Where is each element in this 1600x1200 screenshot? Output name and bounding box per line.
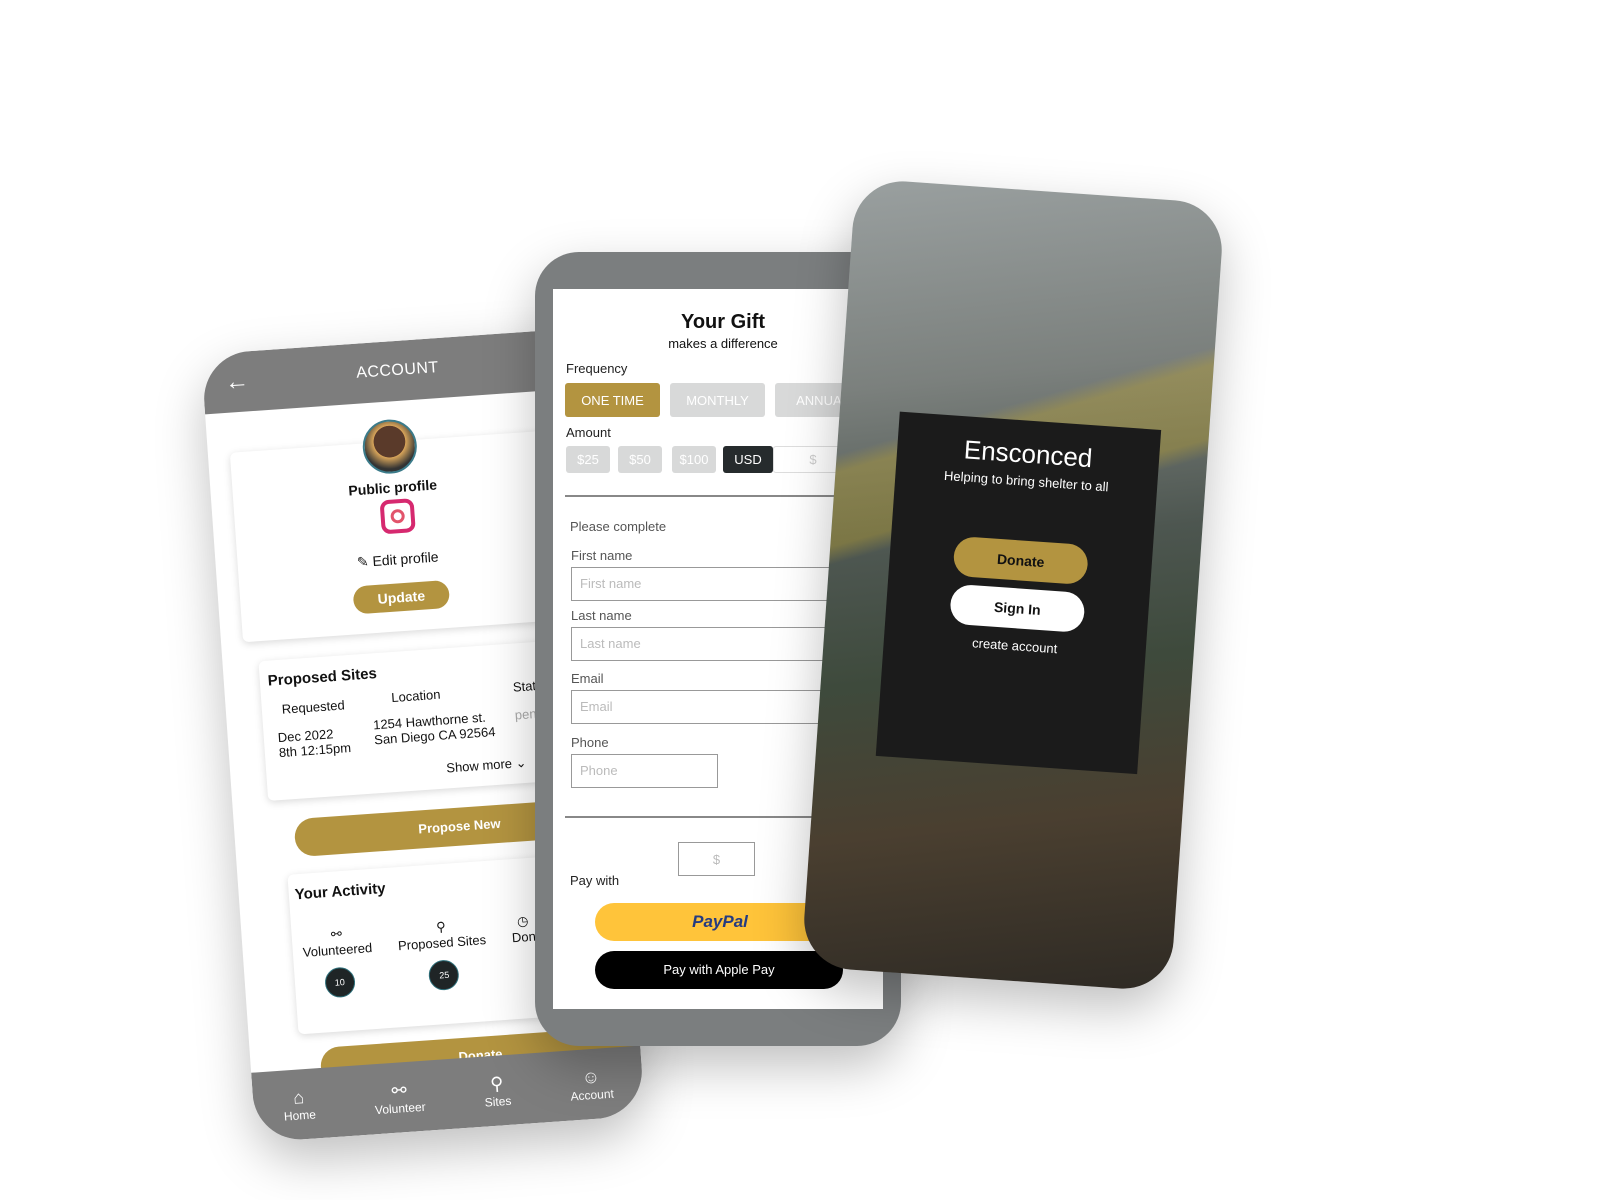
please-complete-label: Please complete (570, 519, 667, 534)
activity-title: Your Activity (294, 880, 387, 904)
donate-button[interactable]: Donate (952, 535, 1089, 586)
requested-date: Dec 2022 8th 12:15pm (277, 726, 352, 761)
show-more-button[interactable]: Show more ⌄ (446, 755, 527, 777)
pay-with-label: Pay with (570, 873, 620, 888)
col-status: Stat (512, 678, 537, 695)
currency-select[interactable]: USD (723, 446, 773, 473)
chevron-down-icon: ⌄ (515, 754, 527, 771)
home-icon: ⌂ (292, 1086, 305, 1108)
create-account-link[interactable]: create account (884, 629, 1146, 662)
count-badge: 10 (323, 966, 356, 999)
total-amount-input[interactable]: $ (678, 842, 755, 876)
last-name-input[interactable]: Last name (571, 627, 831, 661)
first-name-input[interactable]: First name (571, 567, 831, 601)
first-name-label: First name (571, 548, 633, 563)
phone-label: Phone (571, 735, 609, 750)
pencil-icon: ✎ (356, 553, 370, 571)
welcome-panel: Ensconced Helping to bring shelter to al… (875, 411, 1162, 775)
bottom-nav: ⌂ Home ⚯ Volunteer ⚲ Sites ☺ Account (251, 1045, 646, 1143)
amount-label: Amount (566, 425, 611, 440)
phone-input[interactable]: Phone (571, 754, 718, 788)
sign-in-button[interactable]: Sign In (949, 583, 1086, 633)
location-value: 1254 Hawthorne st. San Diego CA 92564 (372, 709, 496, 748)
col-requested: Requested (281, 697, 346, 717)
landing-phone: Ensconced Helping to bring shelter to al… (800, 178, 1226, 992)
gift-title: Your Gift (680, 311, 766, 333)
clock-icon: ◷ (516, 913, 529, 929)
activity-volunteered: ⚯ Volunteered 10 (301, 924, 375, 1000)
edit-profile-label: Edit profile (371, 548, 440, 570)
amount-25[interactable]: $25 (566, 446, 610, 473)
pin-icon: ⚲ (489, 1072, 505, 1094)
email-label: Email (571, 671, 604, 686)
nav-volunteer[interactable]: ⚯ Volunteer (373, 1078, 426, 1117)
col-location: Location (390, 686, 441, 706)
activity-proposed-sites: ⚲ Proposed Sites 25 (396, 916, 489, 993)
count-badge: 25 (428, 959, 461, 992)
last-name-label: Last name (571, 608, 632, 623)
nav-home[interactable]: ⌂ Home (282, 1086, 316, 1123)
amount-100[interactable]: $100 (672, 446, 716, 473)
back-arrow-icon[interactable]: ← (224, 367, 250, 397)
amount-50[interactable]: $50 (618, 446, 662, 473)
instagram-icon[interactable] (379, 498, 416, 535)
proposed-sites-title: Proposed Sites (267, 665, 378, 690)
freq-one-time[interactable]: ONE TIME (565, 383, 660, 417)
page-title: ACCOUNT (355, 359, 440, 382)
nav-sites[interactable]: ⚲ Sites (483, 1072, 512, 1109)
email-input[interactable]: Email (571, 690, 831, 724)
freq-monthly[interactable]: MONTHLY (670, 383, 765, 417)
divider (565, 495, 865, 497)
frequency-label: Frequency (566, 361, 628, 376)
nav-account[interactable]: ☺ Account (569, 1065, 614, 1103)
gift-subtitle: makes a difference (668, 336, 778, 351)
